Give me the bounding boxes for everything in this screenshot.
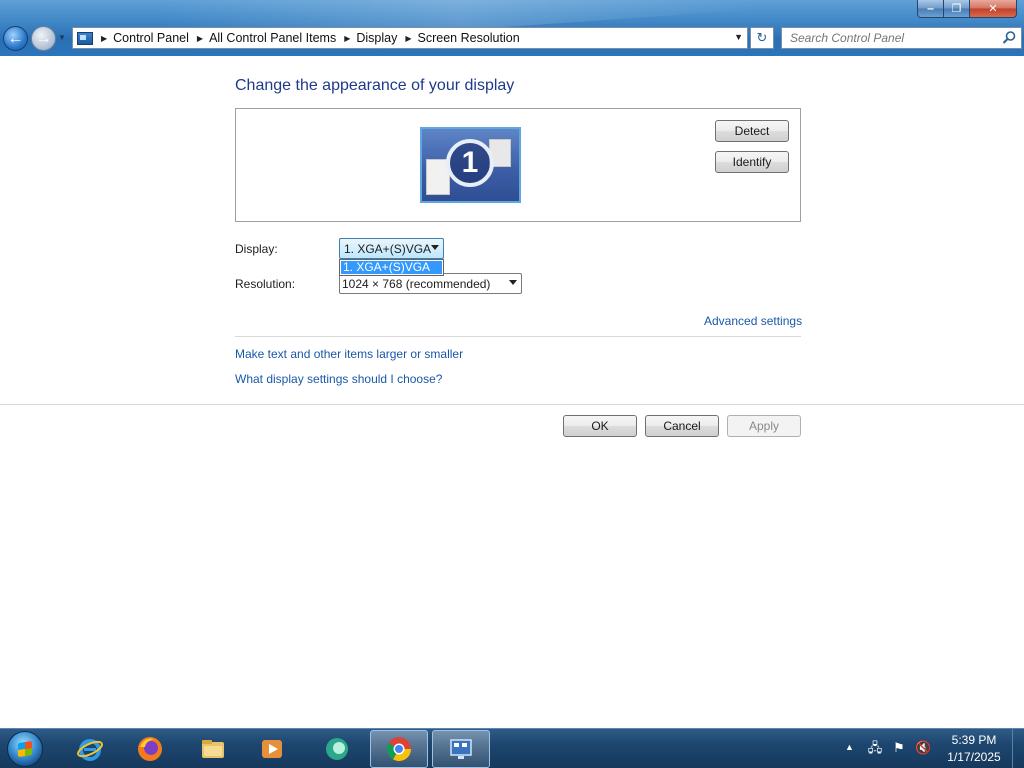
clock-date[interactable]: 1/17/2025 [940,750,1008,764]
clock-time[interactable]: 5:39 PM [944,733,1004,747]
breadcrumb-display[interactable]: Display [356,31,397,45]
taskbar-messenger[interactable] [308,730,366,768]
apply-button[interactable]: Apply [727,415,801,437]
breadcrumb-chevron-icon[interactable]: ▶ [344,34,350,43]
search-icon[interactable] [1001,30,1017,46]
ok-button[interactable]: OK [563,415,637,437]
windows-logo-icon [18,741,32,757]
breadcrumb-screen-resolution[interactable]: Screen Resolution [418,31,520,45]
minimize-button[interactable]: ‒ [917,0,944,18]
breadcrumb-all-items[interactable]: All Control Panel Items [209,31,336,45]
chevron-down-icon [509,280,517,285]
display-help-link[interactable]: What display settings should I choose? [235,372,442,386]
taskbar-chrome[interactable] [370,730,428,768]
messenger-icon [326,738,348,760]
breadcrumb-chevron-icon[interactable]: ▶ [197,34,203,43]
resolution-select[interactable]: 1024 × 768 (recommended) [339,273,522,294]
show-desktop-button[interactable] [1012,729,1024,768]
divider [235,336,801,337]
taskbar-firefox[interactable] [121,730,179,768]
recent-pages-chevron-icon[interactable]: ▼ [58,33,66,42]
taskbar-internet-explorer[interactable] [61,730,119,768]
text-size-link[interactable]: Make text and other items larger or smal… [235,347,463,361]
resolution-select-value: 1024 × 768 (recommended) [342,276,491,291]
detect-button[interactable]: Detect [715,120,789,142]
display-settings-icon [450,739,472,759]
internet-explorer-icon [77,739,103,761]
divider [0,404,1024,405]
address-dropdown-icon[interactable]: ▼ [734,32,743,42]
refresh-icon[interactable]: ↻ [750,27,774,49]
breadcrumb-control-panel[interactable]: Control Panel [113,31,189,45]
back-arrow-icon[interactable]: ← [3,26,28,51]
taskbar-media-player[interactable] [243,730,301,768]
page-title: Change the appearance of your display [235,77,515,94]
display-label: Display: [235,242,278,256]
action-center-flag-icon[interactable]: ⚑ [891,740,907,756]
breadcrumb-chevron-icon[interactable]: ▶ [405,34,411,43]
display-select-value: 1. XGA+(S)VGA [344,241,432,256]
taskbar-display-settings[interactable] [432,730,490,768]
advanced-settings-link[interactable]: Advanced settings [704,314,802,328]
close-button[interactable]: ✕ [969,0,1017,18]
display-dropdown-list: 1. XGA+(S)VGA [339,259,444,276]
search-input[interactable] [781,27,1022,49]
chevron-down-icon [431,245,439,250]
firefox-icon [138,737,162,761]
breadcrumb-chevron-icon[interactable]: ▶ [101,34,107,43]
control-panel-icon [77,31,93,45]
start-button[interactable] [7,731,43,767]
volume-muted-icon[interactable]: 🔇 [915,740,931,756]
display-option[interactable]: 1. XGA+(S)VGA [341,261,442,274]
chrome-icon [386,737,411,762]
monitor-1-icon[interactable]: 1 [420,127,521,203]
address-bar[interactable]: ▶ Control Panel ▶ All Control Panel Item… [72,27,748,49]
display-select[interactable]: 1. XGA+(S)VGA [339,238,444,259]
taskbar-file-explorer[interactable] [184,730,242,768]
resolution-label: Resolution: [235,277,296,291]
file-explorer-icon [202,740,224,758]
media-player-icon [262,740,282,758]
network-icon[interactable]: 🖧 [867,740,883,756]
cancel-button[interactable]: Cancel [645,415,719,437]
forward-arrow-icon[interactable]: → [31,26,56,51]
identify-button[interactable]: Identify [715,151,789,173]
maximize-button[interactable]: ❐ [943,0,970,18]
monitor-number: 1 [461,146,479,179]
show-hidden-icons-icon[interactable]: ▲ [845,742,854,752]
